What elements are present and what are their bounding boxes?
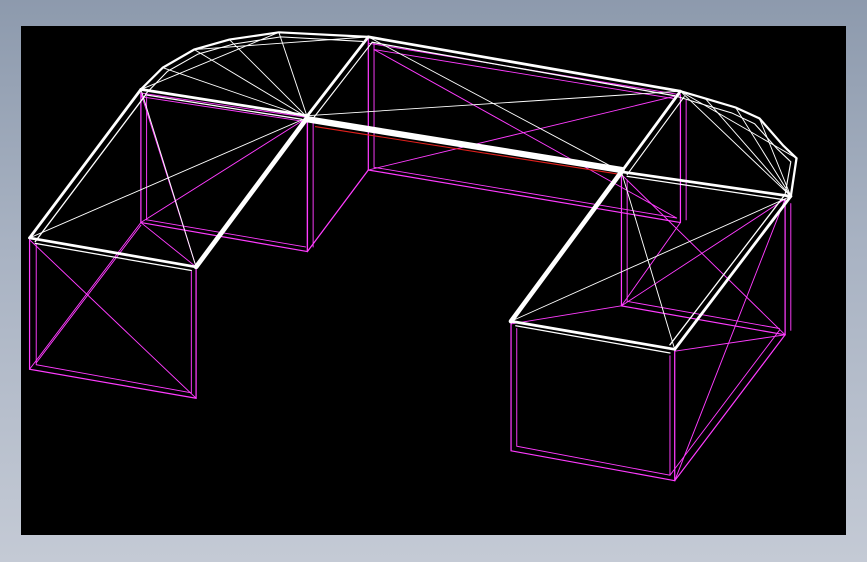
roof-right-top [620,170,793,198]
right-front-diagonal [674,334,786,352]
right-front-inner [516,328,671,476]
roof-rear-ridge [371,41,676,97]
right-rear-edge [620,222,681,307]
wall-edges [28,38,792,482]
roof-edges [28,31,798,354]
roof-center-beam [304,116,625,174]
roof-right-top [626,175,786,201]
right-front-top [510,305,622,325]
roof-rear-brace [306,90,681,117]
center-floor-edge [306,169,369,253]
wireframe-drawing [28,31,798,482]
roof-right-eave [509,319,677,351]
left-box-inner [35,242,192,394]
roof-right-front-hip [508,169,624,324]
roof-left-eave [34,242,192,272]
left-rear-top [140,96,303,122]
roof-brace [510,195,792,322]
roof-center-beam-accent [314,125,622,176]
roof-center-hip [312,41,373,119]
roof-brace [140,88,197,268]
right-front-box [510,323,676,482]
roof-right-front-rafter [673,194,793,351]
roof-fan [162,67,308,118]
left-box-edge [140,222,197,268]
left-rear-top [140,92,308,118]
right-front-floor [674,334,786,482]
roof-left-rafter [34,94,147,243]
roof-right-front-rafter [669,193,786,346]
roof-right-eave [515,325,671,354]
right-floor-edge [626,300,780,329]
roof-right-curve [679,90,798,198]
roof-fan [679,90,797,159]
roof-rear-ridge [366,35,682,93]
cad-viewport[interactable] [21,26,846,535]
roof-fan [278,31,308,118]
roof-brace [620,171,676,350]
rear-diagonal [367,94,681,171]
roof-right-hip [620,89,682,174]
roof-left-rafter [28,88,143,240]
roof-fan [140,31,280,90]
roof-right-hip [626,96,685,176]
roof-center-hip [305,35,370,118]
left-box-diagonal [29,222,142,370]
